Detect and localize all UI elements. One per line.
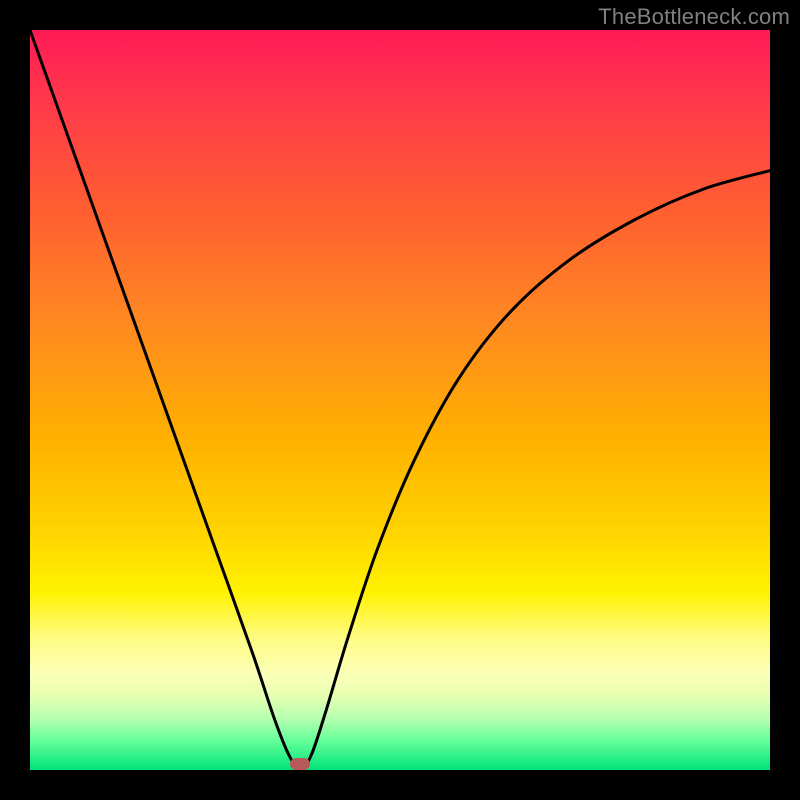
bottleneck-curve: [30, 30, 770, 770]
chart-frame: TheBottleneck.com: [0, 0, 800, 800]
optimum-marker: [290, 758, 310, 770]
curve-svg: [30, 30, 770, 770]
plot-area: [30, 30, 770, 770]
watermark-text: TheBottleneck.com: [598, 4, 790, 30]
